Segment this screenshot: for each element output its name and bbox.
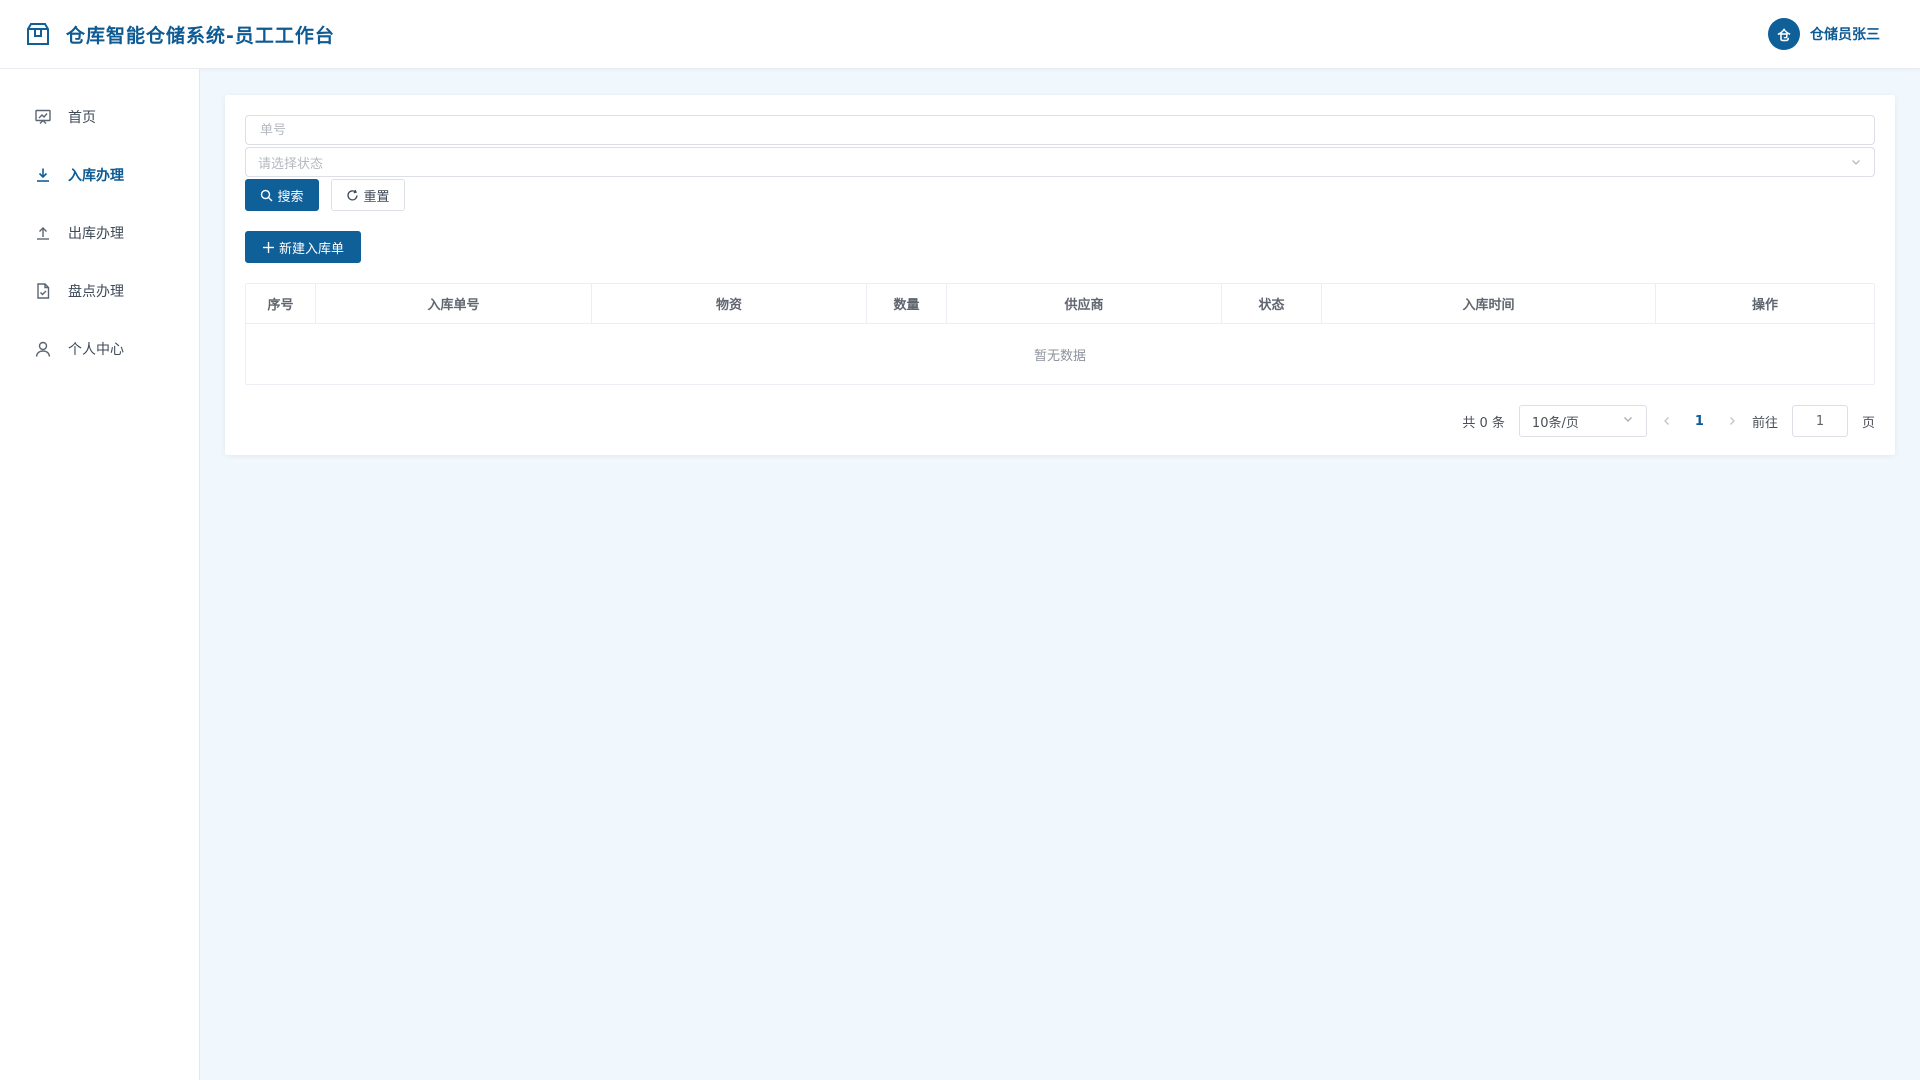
check-document-icon [34,282,52,300]
sidebar-item-stocktake[interactable]: 盘点办理 [0,271,199,311]
page-size-select[interactable]: 10条/页 [1518,405,1647,437]
reset-button-label: 重置 [363,189,390,205]
sidebar-item-label: 入库办理 [68,168,124,184]
pagination: 共 0 条 10条/页 1 前往 页 [245,405,1875,437]
sidebar-item-label: 首页 [68,110,96,126]
table-empty-state: 暂无数据 [1033,348,1086,364]
status-select-placeholder: 请选择状态 [258,156,324,172]
prev-page-button[interactable] [1661,415,1673,427]
goto-page-input[interactable] [1791,405,1848,437]
column-header-status: 状态 [1222,284,1322,323]
user-name[interactable]: 仓储员张三 [1810,24,1880,44]
column-header-inbound-time: 入库时间 [1322,284,1656,323]
inbound-table: 序号 入库单号 物资 数量 供应商 状态 入库时间 操作 暂无数据 [245,283,1875,385]
app-header: 仓库智能仓储系统-员工工作台 仓 仓储员张三 [0,0,1920,69]
download-icon [34,166,52,184]
page-size-value: 10条/页 [1531,415,1579,431]
chevron-down-icon [1622,413,1634,429]
table-header: 序号 入库单号 物资 数量 供应商 状态 入库时间 操作 [246,284,1874,324]
status-select[interactable]: 请选择状态 [245,147,1875,177]
goto-label: 前往 [1751,415,1778,431]
column-header-order-no: 入库单号 [316,284,592,323]
app-title: 仓库智能仓储系统-员工工作台 [66,24,335,47]
user-icon [34,340,52,358]
sidebar-item-home[interactable]: 首页 [0,97,199,137]
sidebar-item-inbound[interactable]: 入库办理 [0,155,199,195]
reset-button[interactable]: 重置 [331,179,405,211]
avatar[interactable]: 仓 [1768,18,1800,50]
sidebar-item-label: 个人中心 [68,342,124,358]
sidebar: 首页 入库办理 出库办理 盘点办理 个人中心 [0,69,200,1080]
search-icon [260,189,273,202]
add-inbound-order-button[interactable]: 新建入库单 [245,231,361,263]
page-suffix: 页 [1861,415,1875,431]
column-header-supplier: 供应商 [947,284,1222,323]
plus-icon [262,241,275,254]
user-menu[interactable]: 仓 仓储员张三 [1768,18,1880,50]
sidebar-item-label: 出库办理 [68,226,124,242]
column-header-actions: 操作 [1751,298,1778,313]
next-page-button[interactable] [1726,415,1738,427]
order-number-input[interactable] [258,121,1862,139]
warehouse-box-icon [24,20,52,48]
upload-icon [34,224,52,242]
main-card: 请选择状态 搜索 重置 [225,95,1895,455]
pagination-total: 共 0 条 [1462,415,1505,431]
dashboard-icon [34,108,52,126]
search-button[interactable]: 搜索 [245,179,319,211]
brand: 仓库智能仓储系统-员工工作台 [24,20,335,48]
order-number-input-wrapper[interactable] [245,115,1875,145]
add-button-label: 新建入库单 [278,241,344,257]
column-header-index: 序号 [246,284,316,323]
search-actions: 搜索 重置 [245,179,1875,211]
page-number-current[interactable]: 1 [1687,414,1712,429]
chevron-down-icon [1850,156,1862,168]
column-header-quantity: 数量 [867,284,947,323]
sidebar-item-profile[interactable]: 个人中心 [0,329,199,369]
column-header-material: 物资 [592,284,867,323]
sidebar-item-outbound[interactable]: 出库办理 [0,213,199,253]
refresh-icon [346,189,359,202]
sidebar-item-label: 盘点办理 [68,284,124,300]
search-button-label: 搜索 [277,189,304,205]
